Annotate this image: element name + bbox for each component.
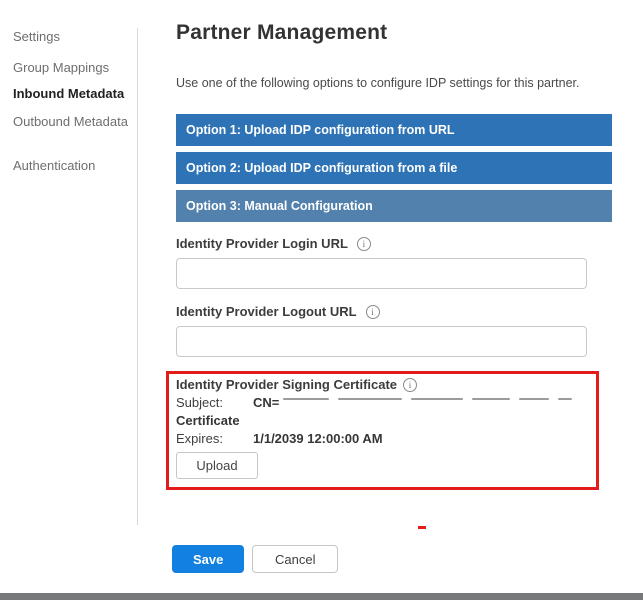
save-button[interactable]: Save xyxy=(172,545,245,573)
sidebar-item-group-mappings[interactable]: Group Mappings xyxy=(13,58,131,77)
info-icon[interactable]: i xyxy=(356,236,371,251)
info-icon[interactable]: i xyxy=(403,377,418,392)
intro-text: Use one of the following options to conf… xyxy=(176,76,580,90)
sidebar-item-settings[interactable]: Settings xyxy=(13,27,131,46)
login-url-input[interactable] xyxy=(176,258,587,289)
option1-upload-from-url-bar[interactable]: Option 1: Upload IDP configuration from … xyxy=(176,114,612,146)
page-title: Partner Management xyxy=(176,21,388,44)
option3-manual-configuration-bar[interactable]: Option 3: Manual Configuration xyxy=(176,190,612,222)
upload-certificate-button[interactable]: Upload xyxy=(176,452,258,479)
logout-url-label: Identity Provider Logout URL xyxy=(176,304,357,319)
info-icon[interactable]: i xyxy=(365,304,380,319)
logout-url-input[interactable] xyxy=(176,326,587,357)
sidebar-item-inbound-metadata[interactable]: Inbound Metadata xyxy=(13,84,131,103)
certificate-expires-row: Expires: 1/1/2039 12:00:00 AM xyxy=(176,431,383,446)
login-url-label: Identity Provider Login URL xyxy=(176,236,348,251)
signing-certificate-label: Identity Provider Signing Certificate xyxy=(176,377,398,392)
partner-management-page: Settings Group Mappings Inbound Metadata… xyxy=(0,0,643,601)
sidebar-item-authentication[interactable]: Authentication xyxy=(13,156,131,175)
sidebar-divider xyxy=(137,28,138,525)
expires-value: 1/1/2039 12:00:00 AM xyxy=(253,431,383,446)
annotation-red-dash xyxy=(418,526,426,529)
certificate-subject-wrap-row: Certificate xyxy=(176,413,240,428)
subject-value: CN= xyxy=(253,395,280,410)
subject-key: Subject: xyxy=(176,395,223,410)
cancel-button[interactable]: Cancel xyxy=(252,545,339,573)
option2-upload-from-file-bar[interactable]: Option 2: Upload IDP configuration from … xyxy=(176,152,612,184)
sidebar-item-outbound-metadata[interactable]: Outbound Metadata xyxy=(13,112,131,131)
signing-certificate-label-row: Identity Provider Signing Certificate i xyxy=(176,377,418,392)
redacted-text xyxy=(283,395,573,410)
logout-url-label-row: Identity Provider Logout URL i xyxy=(176,304,380,319)
login-url-label-row: Identity Provider Login URL i xyxy=(176,236,371,251)
window-bottom-edge xyxy=(0,593,643,600)
subject-value-wrap: Certificate xyxy=(176,413,240,428)
certificate-subject-row: Subject: CN= xyxy=(176,395,573,410)
expires-key: Expires: xyxy=(176,431,223,446)
